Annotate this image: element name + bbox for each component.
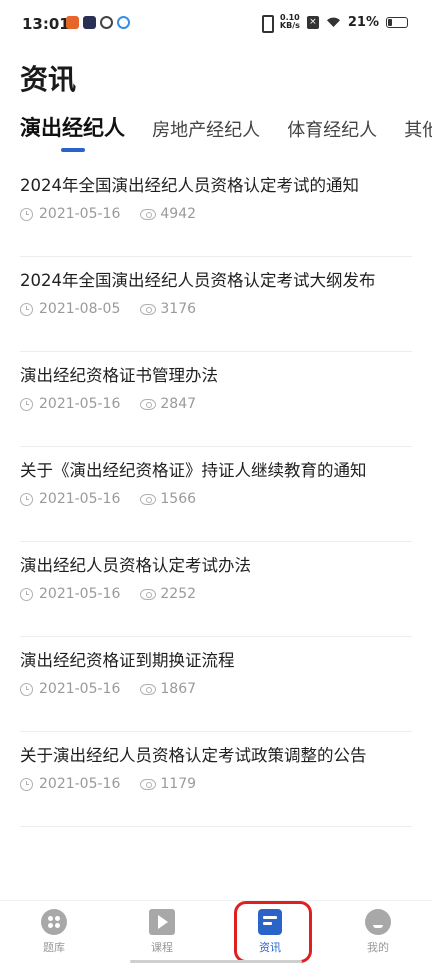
eye-icon xyxy=(140,208,157,220)
eye-icon xyxy=(140,588,157,600)
news-meta: 2021-05-16 2252 xyxy=(20,586,196,602)
battery-percent: 21% xyxy=(347,14,379,30)
news-meta: 2021-05-16 2847 xyxy=(20,396,196,412)
tab-other-agent[interactable]: 其他经 xyxy=(404,112,432,142)
news-views: 1566 xyxy=(160,491,197,507)
status-indicators: 0.10 KB/s × 21% xyxy=(259,14,408,33)
news-date: 2021-05-16 xyxy=(39,206,121,222)
app-notification-icon xyxy=(100,16,113,29)
news-views: 1179 xyxy=(160,776,197,792)
news-item[interactable]: 2024年全国演出经纪人员资格认定考试的通知 2021-05-16 4942 xyxy=(20,162,412,257)
clock-icon xyxy=(20,777,33,791)
news-date: 2021-08-05 xyxy=(39,301,121,317)
clock-icon xyxy=(20,397,33,411)
news-title: 2024年全国演出经纪人员资格认定考试大纲发布 xyxy=(20,271,376,290)
news-meta: 2021-05-16 1179 xyxy=(20,776,196,792)
news-item[interactable]: 演出经纪资格证到期换证流程 2021-05-16 1867 xyxy=(20,637,412,732)
clock-icon xyxy=(20,682,33,696)
news-views: 4942 xyxy=(160,206,197,222)
nav-label: 题库 xyxy=(43,941,65,954)
tab-real-estate-agent[interactable]: 房地产经纪人 xyxy=(152,112,260,142)
network-speed: 0.10 KB/s xyxy=(280,14,300,30)
vibrate-icon xyxy=(259,14,274,33)
news-views: 3176 xyxy=(160,301,197,317)
news-item[interactable]: 关于《演出经纪资格证》持证人继续教育的通知 2021-05-16 1566 xyxy=(20,447,412,542)
page-title: 资讯 xyxy=(20,63,77,96)
news-date: 2021-05-16 xyxy=(39,491,121,507)
news-title: 演出经纪人员资格认定考试办法 xyxy=(20,556,251,575)
wifi-icon xyxy=(326,17,340,27)
news-views: 1867 xyxy=(160,681,197,697)
app-notification-icon xyxy=(66,16,79,29)
status-app-icons xyxy=(66,16,130,29)
news-title: 2024年全国演出经纪人员资格认定考试的通知 xyxy=(20,176,359,195)
news-title: 关于《演出经纪资格证》持证人继续教育的通知 xyxy=(20,461,367,480)
clock-icon xyxy=(20,492,33,506)
eye-icon xyxy=(140,303,157,315)
news-item[interactable]: 关于演出经纪人员资格认定考试政策调整的公告 2021-05-16 1179 xyxy=(20,732,412,827)
news-title: 演出经纪资格证到期换证流程 xyxy=(20,651,235,670)
news-title: 关于演出经纪人员资格认定考试政策调整的公告 xyxy=(20,746,367,765)
eye-icon xyxy=(140,683,157,695)
news-item[interactable]: 演出经纪资格证书管理办法 2021-05-16 2847 xyxy=(20,352,412,447)
tab-label: 演出经纪人 xyxy=(20,116,125,140)
news-date: 2021-05-16 xyxy=(39,776,121,792)
battery-icon xyxy=(386,16,408,28)
category-tabs: 演出经纪人 房地产经纪人 体育经纪人 其他经 xyxy=(20,112,432,152)
user-icon xyxy=(365,909,391,935)
nav-label: 课程 xyxy=(151,941,173,954)
status-time: 13:01 xyxy=(22,15,70,33)
eye-icon xyxy=(140,778,157,790)
eye-icon xyxy=(140,398,157,410)
network-speed-unit: KB/s xyxy=(279,21,300,30)
news-views: 2252 xyxy=(160,586,197,602)
clock-icon xyxy=(20,302,33,316)
nav-item-courses[interactable]: 课程 xyxy=(132,909,192,955)
nav-label: 我的 xyxy=(367,941,389,954)
news-date: 2021-05-16 xyxy=(39,681,121,697)
tab-performance-agent[interactable]: 演出经纪人 xyxy=(20,112,125,152)
tab-label: 其他经 xyxy=(404,120,432,141)
play-icon xyxy=(149,909,175,935)
no-sim-icon: × xyxy=(306,15,319,29)
clock-icon xyxy=(20,207,33,221)
app-notification-icon xyxy=(117,16,130,29)
tab-label: 体育经纪人 xyxy=(287,120,378,141)
news-item[interactable]: 演出经纪人员资格认定考试办法 2021-05-16 2252 xyxy=(20,542,412,637)
nav-highlight-annotation xyxy=(234,901,312,963)
news-title: 演出经纪资格证书管理办法 xyxy=(20,366,218,385)
tab-sports-agent[interactable]: 体育经纪人 xyxy=(287,112,377,142)
tab-active-indicator xyxy=(60,148,85,152)
status-bar: 13:01 0.10 KB/s × 21% xyxy=(0,0,432,48)
home-indicator xyxy=(130,960,302,963)
eye-icon xyxy=(140,493,157,505)
news-views: 2847 xyxy=(160,396,197,412)
app-notification-icon xyxy=(83,16,96,29)
news-item[interactable]: 2024年全国演出经纪人员资格认定考试大纲发布 2021-08-05 3176 xyxy=(20,257,412,352)
grid-icon xyxy=(41,909,67,935)
tab-label: 房地产经纪人 xyxy=(152,120,261,141)
bottom-nav: 题库 课程 资讯 我的 xyxy=(0,900,432,964)
nav-item-question-bank[interactable]: 题库 xyxy=(24,909,84,955)
nav-item-mine[interactable]: 我的 xyxy=(348,909,408,955)
screen: 13:01 0.10 KB/s × 21% 资讯 演出经纪人 房地产经纪人 体育… xyxy=(0,0,432,964)
news-meta: 2021-05-16 1566 xyxy=(20,491,196,507)
news-date: 2021-05-16 xyxy=(39,396,121,412)
news-meta: 2021-05-16 4942 xyxy=(20,206,196,222)
clock-icon xyxy=(20,587,33,601)
news-date: 2021-05-16 xyxy=(39,586,121,602)
news-meta: 2021-08-05 3176 xyxy=(20,301,196,317)
news-list: 2024年全国演出经纪人员资格认定考试的通知 2021-05-16 4942 2… xyxy=(20,162,412,827)
news-meta: 2021-05-16 1867 xyxy=(20,681,196,697)
